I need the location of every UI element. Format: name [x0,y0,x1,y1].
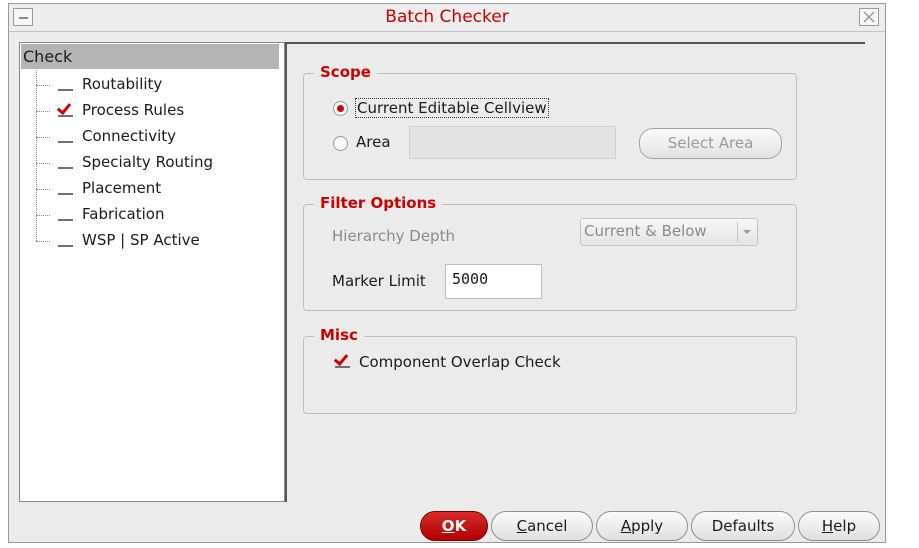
misc-group: Misc Component Overlap Check [303,326,797,414]
hierarchy-depth-select[interactable]: Current & Below [580,218,758,246]
tree-item-routability[interactable]: Routability [36,75,276,95]
area-input[interactable] [409,126,616,159]
misc-title: Misc [314,326,364,344]
tree-item-label: Process Rules [82,101,185,119]
component-overlap-label: Component Overlap Check [359,353,561,371]
window-title: Batch Checker [385,7,509,27]
tree-item-placement[interactable]: Placement [36,179,276,199]
tree-item-label: Fabrication [82,205,165,223]
tree-item-label: Placement [82,179,162,197]
apply-button-label: pply [631,517,664,535]
check-tree: Check Routability Process Rules Connecti… [19,42,285,502]
options-panel: Scope Current Editable Cellview Area Sel… [285,42,865,502]
close-icon [863,11,875,23]
cancel-button-mnemonic: C [516,517,528,535]
tree-item-wsp-sp-active[interactable]: WSP | SP Active [36,231,276,251]
wsp-sp-active-checkbox[interactable] [58,234,73,247]
tree-branch-line [36,137,50,138]
tree-branch-line [36,85,50,86]
component-overlap-checkbox[interactable] [335,355,350,368]
cancel-button[interactable]: Cancel [491,511,593,541]
ok-button[interactable]: OK [420,511,488,541]
hierarchy-depth-label: Hierarchy Depth [332,227,455,245]
close-button[interactable] [859,8,879,26]
ok-button-mnemonic: O [441,517,455,535]
filter-options-group: Filter Options Hierarchy Depth Current &… [303,194,797,311]
tree-item-label: WSP | SP Active [82,231,200,249]
tree-branch-line [36,189,50,190]
tree-item-label: Routability [82,75,163,93]
title-bar: Batch Checker [9,4,885,32]
placement-checkbox[interactable] [58,182,73,195]
tree-branch-line [36,163,50,164]
area-label: Area [356,133,391,151]
connectivity-checkbox[interactable] [58,130,73,143]
specialty-routing-checkbox[interactable] [58,156,73,169]
current-cellview-radio[interactable] [333,101,348,116]
tree-item-process-rules[interactable]: Process Rules [36,101,276,121]
tree-item-connectivity[interactable]: Connectivity [36,127,276,147]
current-cellview-label[interactable]: Current Editable Cellview [355,98,549,118]
filter-options-title: Filter Options [314,194,443,212]
process-rules-checkbox[interactable] [58,104,73,117]
batch-checker-window: Batch Checker Check Routability Process … [8,3,886,543]
select-area-button[interactable]: Select Area [639,128,782,159]
tree-branch-line [36,215,50,216]
tree-item-label: Specialty Routing [82,153,214,171]
tree-branch-line [36,241,50,242]
marker-limit-input[interactable]: 5000 [445,264,542,299]
apply-button[interactable]: Apply [596,511,688,541]
routability-checkbox[interactable] [58,78,73,91]
tree-root-check[interactable]: Check [21,44,279,69]
tree-item-label: Connectivity [82,127,176,145]
tree-item-specialty-routing[interactable]: Specialty Routing [36,153,276,173]
defaults-button[interactable]: Defaults [691,511,795,541]
cancel-button-label: ancel [527,517,568,535]
hierarchy-depth-value: Current & Below [584,222,707,240]
scope-title: Scope [314,63,377,81]
tree-branch-line [36,111,50,112]
help-button[interactable]: Help [798,511,880,541]
chevron-down-icon [737,222,755,242]
tree-item-fabrication[interactable]: Fabrication [36,205,276,225]
apply-button-mnemonic: A [620,517,632,535]
help-button-mnemonic: H [821,517,834,535]
scope-group: Scope Current Editable Cellview Area Sel… [303,63,797,180]
ok-button-label: K [454,517,467,535]
area-radio[interactable] [333,136,348,151]
fabrication-checkbox[interactable] [58,208,73,221]
marker-limit-label: Marker Limit [332,272,426,290]
help-button-label: elp [833,517,857,535]
